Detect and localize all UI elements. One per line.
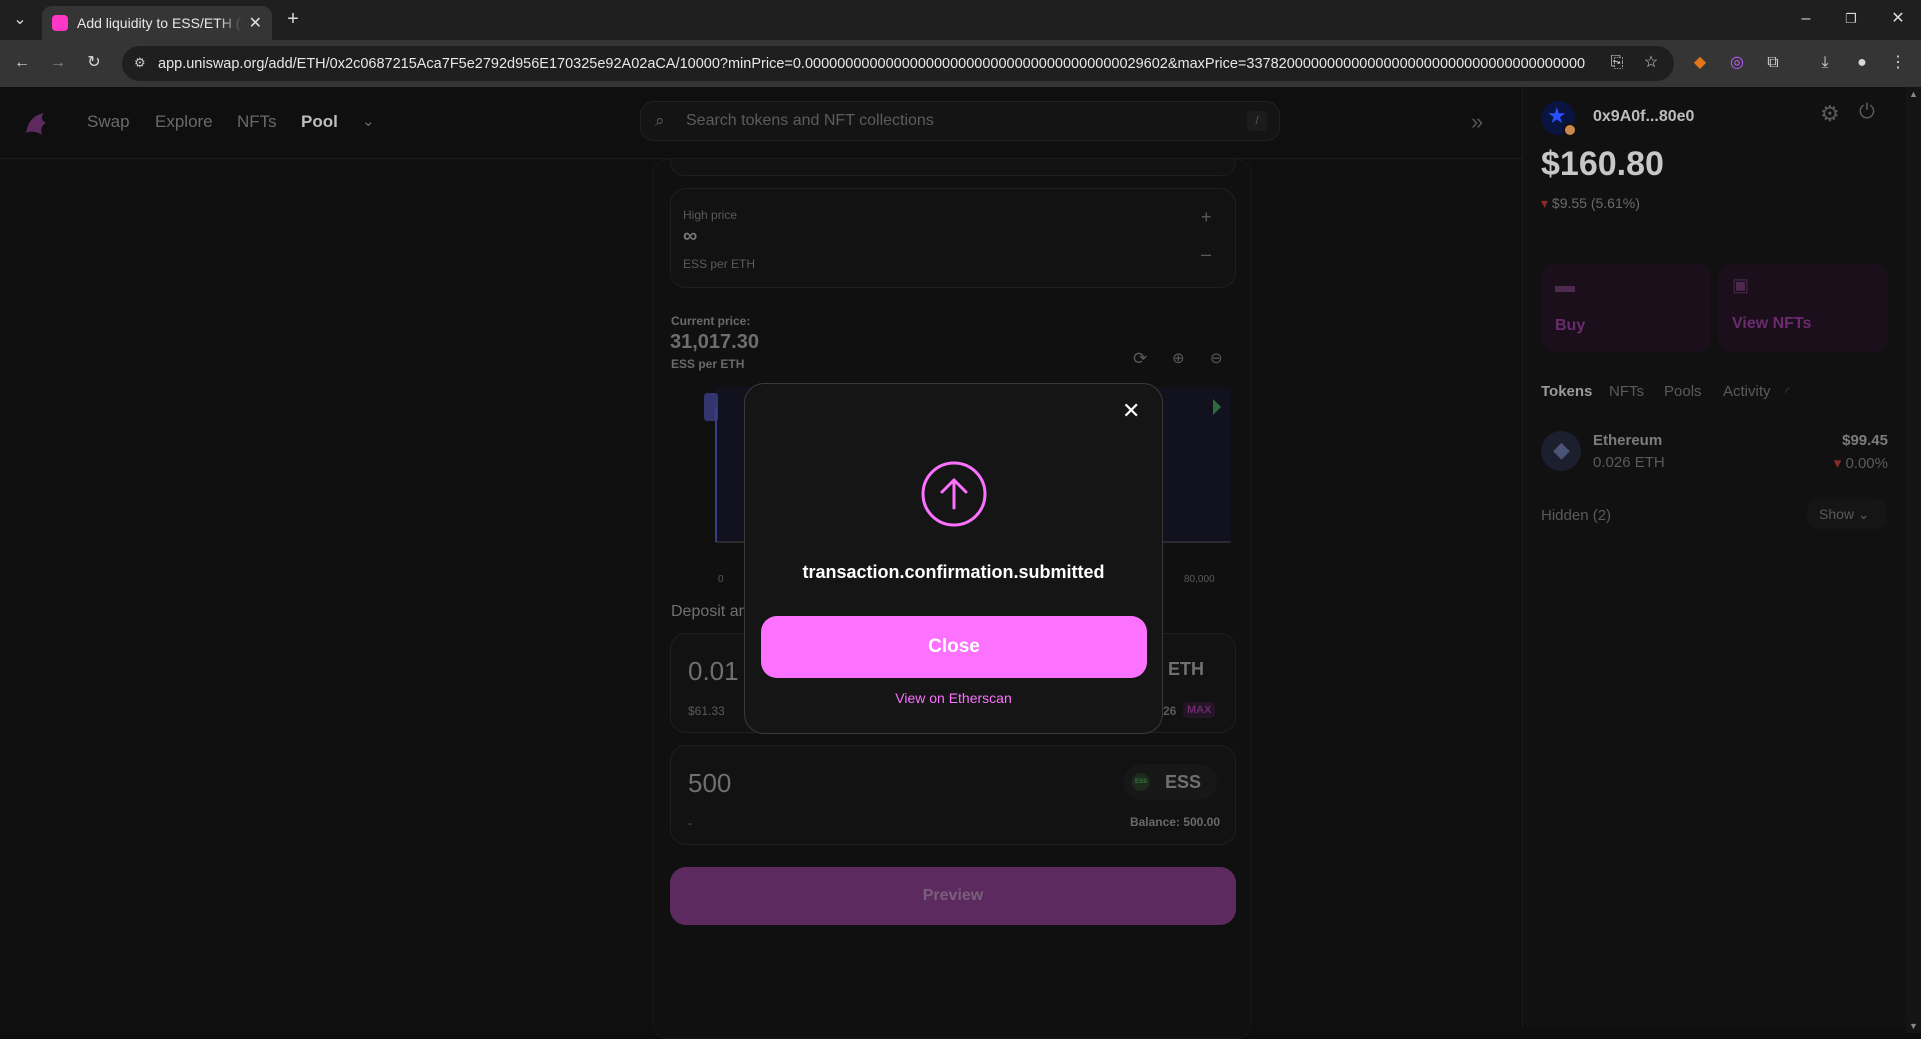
bookmark-star-icon[interactable]: ☆ <box>1641 53 1661 73</box>
window-close-icon[interactable]: ✕ <box>1888 9 1908 29</box>
modal-message: transaction.confirmation.submitted <box>802 562 1105 582</box>
scroll-up-icon[interactable]: ▲ <box>1909 89 1918 99</box>
close-button[interactable]: Close <box>761 616 1147 678</box>
view-on-etherscan-link[interactable]: View on Etherscan <box>745 690 1162 706</box>
reload-icon[interactable]: ↻ <box>84 53 104 73</box>
browser-tab-bar: ⌄ Add liquidity to ESS/ETH (Ethereum) ✕ … <box>0 0 1921 40</box>
tab-title: Add liquidity to ESS/ETH (Ethereum) <box>77 15 243 31</box>
restore-icon[interactable]: ❐ <box>1841 9 1861 29</box>
tab-list-chevron-icon[interactable]: ⌄ <box>10 10 30 30</box>
uniswap-page: Swap Explore NFTs Pool ⌄ ⌕ Search tokens… <box>0 87 1906 1039</box>
arrow-up-circle-icon <box>921 461 987 527</box>
minimize-icon[interactable]: – <box>1796 9 1816 29</box>
page-scrollbar[interactable]: ▲ ▼ <box>1906 87 1921 1033</box>
back-icon[interactable]: ← <box>12 53 32 73</box>
uniswap-favicon-icon <box>52 15 68 31</box>
extensions-puzzle-icon[interactable]: ⧉ <box>1763 53 1783 73</box>
tab-close-icon[interactable]: ✕ <box>249 13 262 33</box>
forward-icon[interactable]: → <box>48 53 68 73</box>
profile-icon[interactable]: ● <box>1852 53 1872 73</box>
site-info-icon[interactable]: ⚙ <box>134 55 150 71</box>
metamask-extension-icon[interactable]: ◆ <box>1690 53 1710 73</box>
new-tab-icon[interactable]: + <box>283 9 303 29</box>
extension-circle-icon[interactable]: ◎ <box>1727 53 1747 73</box>
scroll-down-icon[interactable]: ▼ <box>1909 1021 1918 1031</box>
menu-kebab-icon[interactable]: ⋮ <box>1888 53 1908 73</box>
url-text: app.uniswap.org/add/ETH/0x2c0687215Aca7F… <box>158 55 1586 72</box>
address-bar[interactable]: ⚙ app.uniswap.org/add/ETH/0x2c0687215Aca… <box>122 46 1674 81</box>
browser-tab[interactable]: Add liquidity to ESS/ETH (Ethereum) ✕ <box>42 6 272 40</box>
transaction-submitted-modal: ✕ transaction.confirmation.submitted Clo… <box>744 383 1163 734</box>
browser-toolbar: ← → ↻ ⚙ app.uniswap.org/add/ETH/0x2c0687… <box>0 40 1921 87</box>
install-app-icon[interactable]: ⎘ <box>1607 53 1627 73</box>
modal-close-icon[interactable]: ✕ <box>1122 398 1140 424</box>
download-icon[interactable]: ⤓ <box>1815 53 1835 73</box>
